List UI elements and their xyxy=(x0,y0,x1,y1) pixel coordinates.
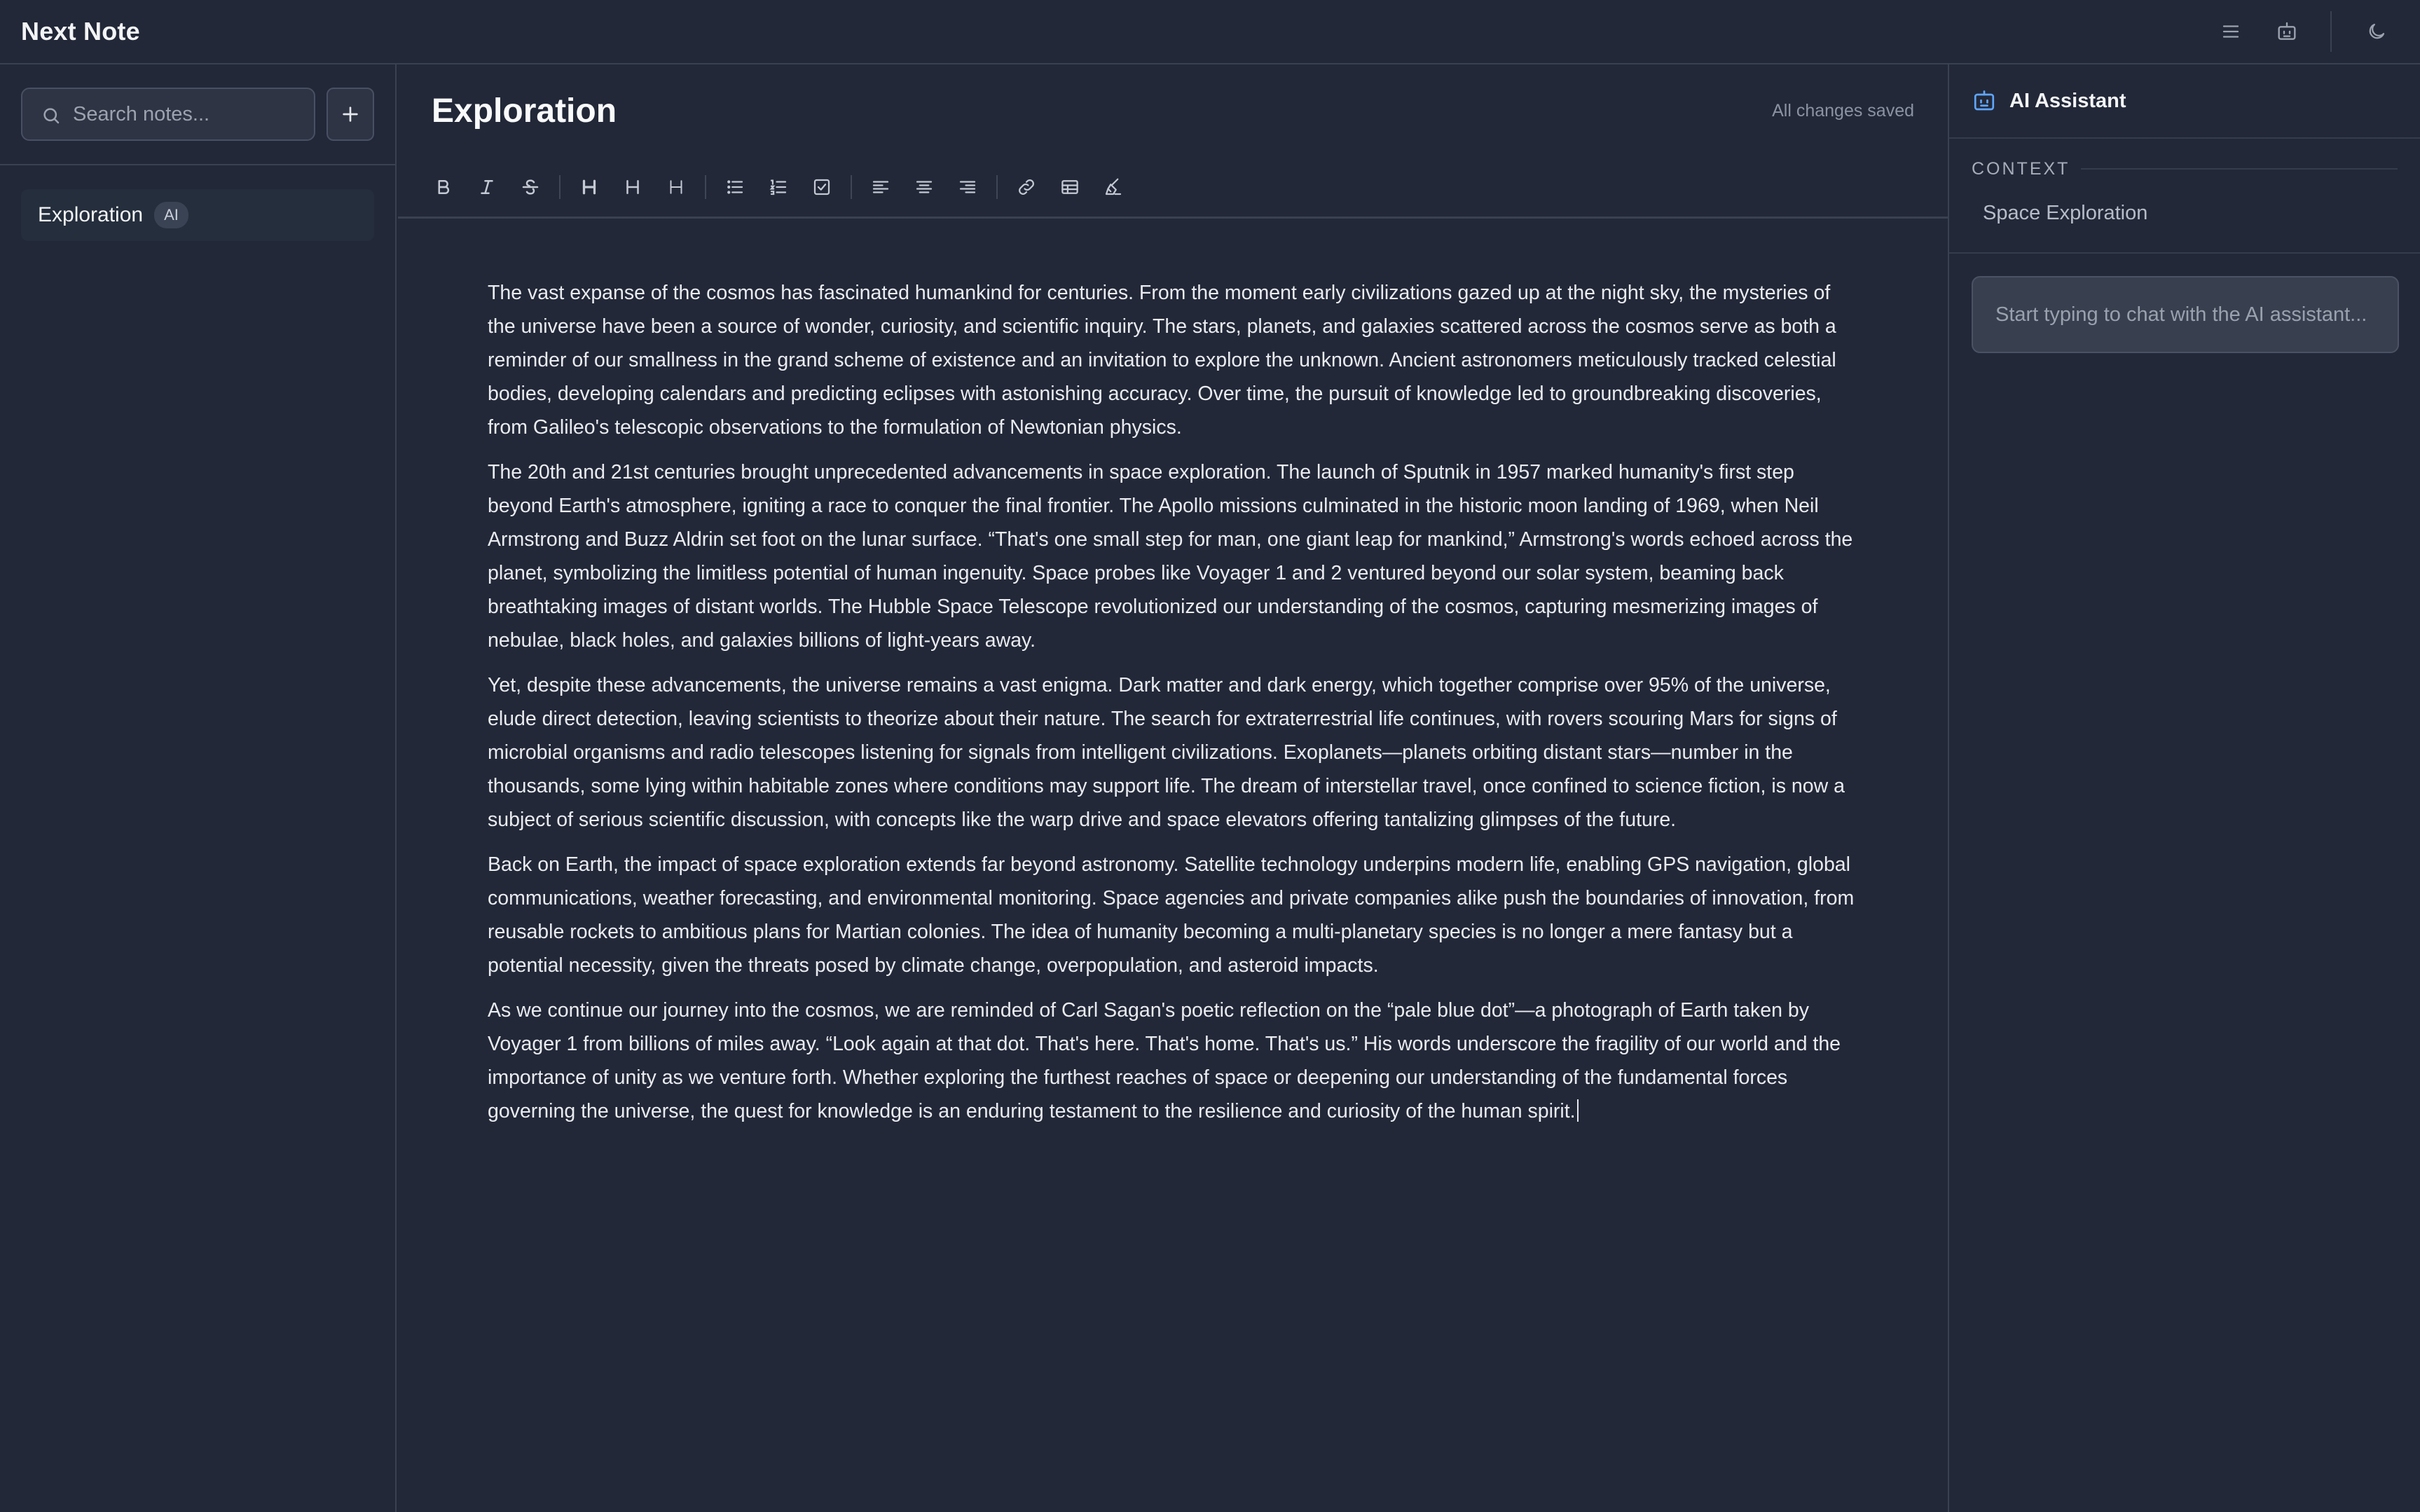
format-toolbar xyxy=(398,157,1948,219)
context-label-row: CONTEXT xyxy=(1972,139,2398,185)
editor-pane: Exploration All changes saved The vast e… xyxy=(398,64,1948,1512)
app-root: Next Note Explorati xyxy=(0,0,2420,1512)
align-right-icon[interactable] xyxy=(946,165,989,209)
top-actions xyxy=(2197,0,2399,64)
paragraph-text: As we continue our journey into the cosm… xyxy=(488,999,1841,1122)
page-title[interactable]: Exploration xyxy=(432,92,617,130)
ai-assistant-panel: AI Assistant CONTEXT Space Exploration xyxy=(1948,64,2420,1512)
toolbar-divider xyxy=(559,174,561,199)
bold-icon[interactable] xyxy=(422,165,465,209)
context-section: CONTEXT Space Exploration xyxy=(1949,139,2420,254)
align-left-icon[interactable] xyxy=(859,165,902,209)
heading-2-icon[interactable] xyxy=(611,165,654,209)
top-bar: Next Note xyxy=(0,0,2420,64)
italic-icon[interactable] xyxy=(465,165,509,209)
plus-icon xyxy=(343,106,358,122)
heading-1-icon[interactable] xyxy=(568,165,611,209)
heading-3-icon[interactable] xyxy=(654,165,698,209)
assistant-title: AI Assistant xyxy=(2009,89,2126,112)
context-value: Space Exploration xyxy=(1983,202,2148,224)
toolbar-divider xyxy=(705,174,706,199)
bot-icon[interactable] xyxy=(2264,9,2309,54)
paragraph: The vast expanse of the cosmos has fasci… xyxy=(488,282,1836,439)
link-icon[interactable] xyxy=(1005,165,1048,209)
paragraph: Back on Earth, the impact of space explo… xyxy=(488,853,1855,977)
bullet-list-icon[interactable] xyxy=(713,165,757,209)
moon-icon[interactable] xyxy=(2354,9,2399,54)
align-center-icon[interactable] xyxy=(902,165,946,209)
context-divider xyxy=(2081,168,2398,170)
search-box[interactable] xyxy=(21,88,315,141)
toolbar-divider xyxy=(996,174,998,199)
note-title: Exploration xyxy=(38,203,144,226)
chat-input[interactable] xyxy=(1972,276,2399,353)
search-icon xyxy=(43,108,60,124)
list-item[interactable]: Exploration AI xyxy=(21,189,374,241)
save-status: All changes saved xyxy=(1772,100,1914,121)
paragraph-last: As we continue our journey into the cosm… xyxy=(488,994,1857,1128)
sidebar-search-row xyxy=(0,64,395,165)
checklist-icon[interactable] xyxy=(800,165,844,209)
search-input[interactable] xyxy=(73,89,304,139)
toolbar-divider xyxy=(851,174,852,199)
paragraph: Yet, despite these advancements, the uni… xyxy=(488,674,1845,831)
ai-badge: AI xyxy=(154,202,188,228)
editor-content[interactable]: The vast expanse of the cosmos has fasci… xyxy=(398,219,1948,1128)
paragraph: The 20th and 21st centuries brought unpr… xyxy=(488,461,1853,652)
menu-icon[interactable] xyxy=(2208,9,2253,54)
topbar-divider xyxy=(2330,11,2332,52)
note-list: Exploration AI xyxy=(0,165,395,241)
text-caret xyxy=(1576,1099,1579,1122)
app-title: Next Note xyxy=(21,17,140,46)
add-note-button[interactable] xyxy=(326,88,374,141)
bot-icon xyxy=(1974,90,1995,111)
editor-header: Exploration All changes saved xyxy=(398,64,1948,157)
table-icon[interactable] xyxy=(1048,165,1092,209)
context-label: CONTEXT xyxy=(1972,158,2070,179)
chat-area xyxy=(1949,254,2420,353)
strikethrough-icon[interactable] xyxy=(509,165,552,209)
clear-format-icon[interactable] xyxy=(1092,165,1135,209)
notes-sidebar: Exploration AI xyxy=(0,64,397,1512)
numbered-list-icon[interactable] xyxy=(757,165,800,209)
assistant-header: AI Assistant xyxy=(1949,64,2420,139)
